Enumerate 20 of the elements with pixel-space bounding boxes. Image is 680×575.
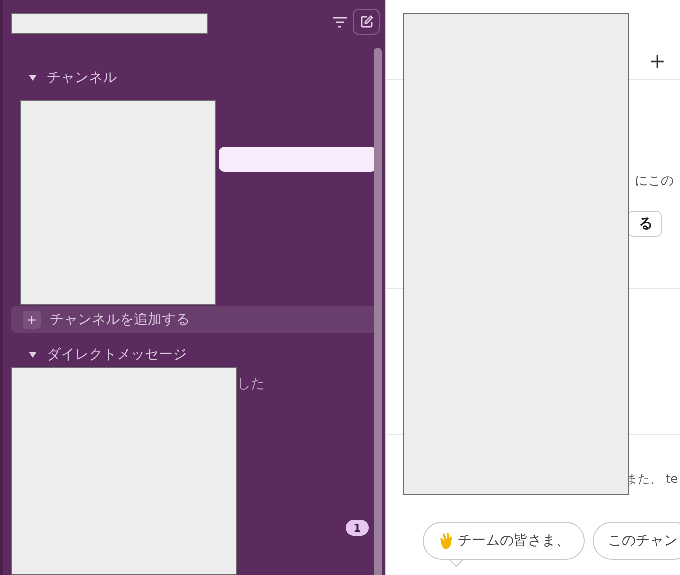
selected-channel-row[interactable] <box>219 147 377 172</box>
compose-icon <box>360 15 374 29</box>
intro-button[interactable]: る <box>628 211 662 237</box>
add-tab-button[interactable]: + <box>649 49 666 73</box>
unread-badge: 1 <box>346 520 369 536</box>
caret-icon[interactable] <box>29 352 37 358</box>
add-channel-row[interactable]: + チャンネルを追加する <box>11 306 377 333</box>
scrollbar[interactable] <box>374 48 382 575</box>
intro-text: にこの <box>635 173 675 190</box>
message-preview: した <box>237 375 265 393</box>
waving-hand-icon <box>438 532 454 550</box>
filter-icon[interactable] <box>333 16 347 28</box>
suggestion-chip[interactable]: このチャン <box>593 522 680 560</box>
section-header[interactable]: チャンネル <box>47 69 117 87</box>
section-header[interactable]: ダイレクトメッセージ <box>47 346 187 364</box>
caret-icon[interactable] <box>29 75 37 81</box>
suggestion-chip[interactable]: チームの皆さま、 <box>423 522 585 560</box>
compose-button[interactable] <box>353 9 380 35</box>
add-channel-label: チャンネルを追加する <box>50 310 190 328</box>
plus-icon: + <box>23 310 41 328</box>
